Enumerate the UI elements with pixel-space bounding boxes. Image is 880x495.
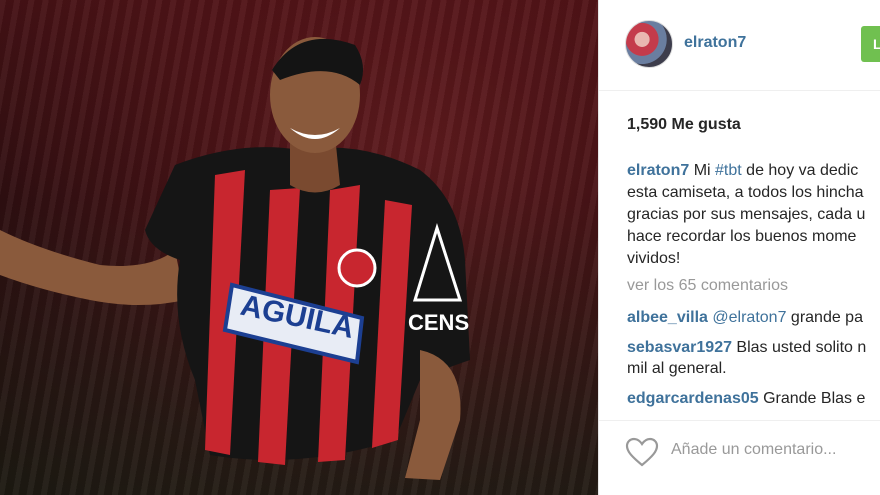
post-details-panel: elraton7 L 1,590 Me gusta elraton7 Mi #t… <box>598 0 880 495</box>
comment-username-link[interactable]: edgarcardenas05 <box>627 390 759 407</box>
heart-icon[interactable] <box>625 437 659 467</box>
follow-button[interactable]: L <box>861 26 880 62</box>
post-photo[interactable]: AGUILA CENS <box>0 0 598 495</box>
comment-username-link[interactable]: albee_villa <box>627 309 708 326</box>
comment-text: grande pa <box>786 309 863 326</box>
player-illustration: AGUILA CENS <box>0 37 470 480</box>
hashtag-link[interactable]: #tbt <box>715 162 742 179</box>
username-link[interactable]: elraton7 <box>684 34 746 52</box>
avatar[interactable] <box>625 20 673 68</box>
jersey-sponsor2-text: CENS <box>408 310 469 335</box>
comment-item: sebasvar1927 Blas usted solito n mil al … <box>627 337 880 379</box>
add-comment-input[interactable]: Añade un comentario... <box>671 441 836 459</box>
comment-username-link[interactable]: sebasvar1927 <box>627 339 732 356</box>
club-crest <box>337 248 377 288</box>
comment-text: Grande Blas e <box>758 390 866 407</box>
post-header: elraton7 L <box>599 0 880 91</box>
post-caption: elraton7 Mi #tbt de hoy va dedic esta ca… <box>627 160 880 270</box>
comment-item: albee_villa @elraton7 grande pa <box>627 307 880 328</box>
comment-item: edgarcardenas05 Grande Blas e <box>627 388 880 409</box>
caption-text-pre: Mi <box>689 162 716 179</box>
view-all-comments-link[interactable]: ver los 65 comentarios <box>627 277 788 295</box>
comment-section-divider <box>599 420 880 421</box>
comment-mention-link[interactable]: @elraton7 <box>708 309 786 326</box>
caption-username-link[interactable]: elraton7 <box>627 162 689 179</box>
likes-count[interactable]: 1,590 Me gusta <box>627 116 741 134</box>
